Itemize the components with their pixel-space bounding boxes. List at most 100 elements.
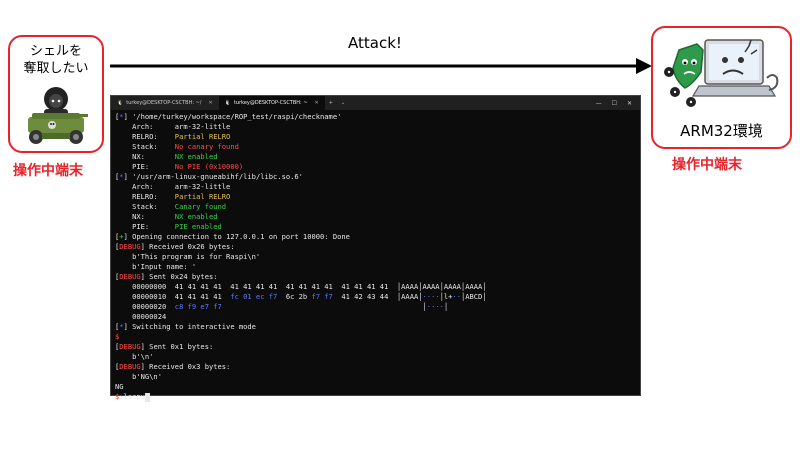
right-arrow-icon (110, 58, 652, 74)
terminal-text: b'This program is for Raspi\n' (115, 252, 261, 261)
speech-line-2: 奪取したい (23, 61, 89, 76)
terminal-line: PIE: No PIE (0x10000) (115, 162, 636, 172)
attacker-box: シェルを 奪取したい (8, 35, 104, 153)
terminal-text: PIE: (115, 162, 175, 171)
terminal-text: RELRO: (115, 132, 175, 141)
terminal-text: NX enabled (174, 212, 218, 221)
terminal-text: DEBUG (119, 362, 141, 371)
terminal-line: b'This program is for Raspi\n' (115, 252, 636, 262)
terminal-text: 00000024 (115, 312, 167, 321)
terminal-line: b'\n' (115, 352, 636, 362)
terminal-line: NG (115, 382, 636, 392)
terminal-line: [DEBUG] Sent 0x1 bytes: (115, 342, 636, 352)
attack-label: Attack! (348, 34, 402, 52)
terminal-line: Stack: Canary found (115, 202, 636, 212)
terminal-tab-2[interactable]: 🐧 turkey@DESKTOP-CSCTBH: ~ ✕ (218, 96, 325, 110)
terminal-text: fc 01 ec f7 (230, 292, 278, 301)
terminal-text: ] '/usr/arm-linux-gnueabihf/lib/libc.so.… (123, 172, 303, 181)
close-tab-icon[interactable]: ✕ (315, 100, 319, 106)
terminal-text: Partial RELRO (174, 132, 231, 141)
terminal-text: ·· (452, 292, 461, 301)
terminal-tab-1[interactable]: 🐧 turkey@DESKTOP-CSCTBH: ~/ ✕ (111, 96, 219, 110)
terminal-text: No PIE (0x10000) (174, 162, 244, 171)
terminal-text: DEBUG (119, 242, 141, 251)
terminal-line: 00000024 (115, 312, 636, 322)
terminal-line: [*] Switching to interactive mode (115, 322, 636, 332)
new-tab-icon[interactable]: + (325, 100, 337, 106)
terminal-text: │AAAA│AAAA│AAAA│AAAA│ (396, 282, 487, 291)
terminal-window[interactable]: 🐧 turkey@DESKTOP-CSCTBH: ~/ ✕ 🐧 turkey@D… (110, 95, 641, 402)
terminal-text: RELRO: (115, 192, 175, 201)
terminal-text: NG (115, 382, 124, 391)
terminal-text: Canary found (174, 202, 227, 211)
terminal-text: $ (115, 392, 124, 401)
target-box: ARM32環境 (651, 26, 792, 149)
terminal-line: [DEBUG] Received 0x26 bytes: (115, 242, 636, 252)
tux-icon: 🐧 (224, 100, 231, 106)
terminal-text: ···· (426, 302, 444, 311)
close-window-icon[interactable]: ✕ (627, 100, 632, 107)
terminal-text: ] Received 0x3 bytes: (140, 362, 231, 371)
terminal-line: [*] '/usr/arm-linux-gnueabihf/lib/libc.s… (115, 172, 636, 182)
terminal-text: DEBUG (119, 272, 141, 281)
terminal-text: ] Received 0x26 bytes: (140, 242, 235, 251)
terminal-text: b'NG\n' (115, 372, 162, 381)
terminal-output[interactable]: [*] '/home/turkey/workspace/ROP_test/ras… (115, 112, 636, 402)
terminal-text: c8 f9 e7 f7 (174, 302, 222, 311)
speech-line-1: シェルを (29, 44, 82, 59)
tab-title: turkey@DESKTOP-CSCTBH: ~ (233, 100, 308, 106)
infected-laptop-icon (664, 39, 779, 107)
terminal-text: Stack: (115, 142, 175, 151)
terminal-text: │ (443, 302, 449, 311)
terminal-line: $ (115, 332, 636, 342)
tux-icon: 🐧 (117, 100, 124, 106)
terminal-line: PIE: PIE enabled (115, 222, 636, 232)
minimize-icon[interactable]: — (596, 100, 602, 107)
terminal-line: [DEBUG] Received 0x3 bytes: (115, 362, 636, 372)
terminal-line: [+] Opening connection to 127.0.0.1 on p… (115, 232, 636, 242)
terminal-text: Arch: arm-32-little (115, 182, 231, 191)
terminal-text: ] Sent 0x1 bytes: (140, 342, 214, 351)
terminal-text: 6c 2b (277, 292, 312, 301)
terminal-text: │AAAA│ (396, 292, 423, 301)
terminal-text: ···· (422, 292, 440, 301)
terminal-text: │ABCD│ (460, 292, 487, 301)
terminal-text: No canary found (174, 142, 239, 151)
terminal-text: ] Sent 0x24 bytes: (140, 272, 218, 281)
hacker-in-tank-icon (28, 87, 88, 144)
terminal-line: Stack: No canary found (115, 142, 636, 152)
terminal-text: ] '/home/turkey/workspace/ROP_test/raspi… (123, 112, 342, 121)
terminal-text: f7 f7 (311, 292, 333, 301)
terminal-text: NX: (115, 212, 175, 221)
terminal-line: [*] '/home/turkey/workspace/ROP_test/ras… (115, 112, 636, 122)
terminal-text: 00000010 41 41 41 41 (115, 292, 231, 301)
terminal-text: $ (115, 332, 120, 341)
tab-title: turkey@DESKTOP-CSCTBH: ~/ (126, 100, 202, 106)
terminal-text: lscpu (123, 392, 145, 401)
terminal-text: 41 42 43 44 (332, 292, 397, 301)
terminal-line: 00000000 41 41 41 41 41 41 41 41 41 41 4… (115, 282, 636, 292)
window-controls: — ☐ ✕ (596, 100, 640, 107)
chevron-down-icon[interactable]: ⌄ (337, 100, 349, 106)
terminal-line: NX: NX enabled (115, 152, 636, 162)
terminal-line: Arch: arm-32-little (115, 182, 636, 192)
close-tab-icon[interactable]: ✕ (209, 100, 213, 106)
terminal-line: b'NG\n' (115, 372, 636, 382)
terminal-text: Arch: arm-32-little (115, 122, 231, 131)
terminal-text: b'\n' (115, 352, 154, 361)
terminal-text: ] Switching to interactive mode (123, 322, 256, 331)
terminal-line: Arch: arm-32-little (115, 122, 636, 132)
target-caption: 操作中端末 (672, 157, 742, 173)
attacker-speech: シェルを 奪取したい (10, 43, 102, 77)
terminal-tabbar: 🐧 turkey@DESKTOP-CSCTBH: ~/ ✕ 🐧 turkey@D… (111, 96, 640, 110)
terminal-line: NX: NX enabled (115, 212, 636, 222)
terminal-line: RELRO: Partial RELRO (115, 192, 636, 202)
terminal-text: ] Opening connection to 127.0.0.1 on por… (123, 232, 350, 241)
terminal-line: [DEBUG] Sent 0x24 bytes: (115, 272, 636, 282)
maximize-icon[interactable]: ☐ (612, 100, 617, 107)
terminal-text: NX: (115, 152, 175, 161)
terminal-cursor (144, 392, 150, 402)
terminal-text: b'Input name: ' (115, 262, 197, 271)
terminal-text: │l+ (439, 292, 453, 301)
terminal-text: PIE enabled (174, 222, 222, 231)
